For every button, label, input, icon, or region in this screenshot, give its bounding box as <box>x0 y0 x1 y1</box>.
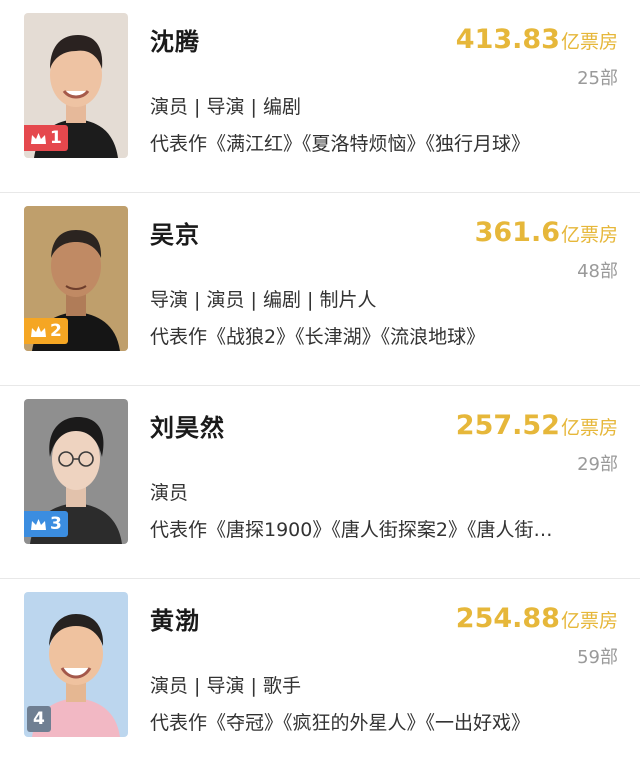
representative-works: 代表作《满江红》《夏洛特烦恼》《独行月球》 <box>150 133 531 155</box>
actor-roles: 演员 | 导演 | 歌手 <box>150 675 301 697</box>
box-office-unit: 亿票房 <box>560 224 618 246</box>
box-office-ranking-list: 1 沈腾 413.83 亿票房 25部 演员 | 导演 | 编剧 代表作《满江红… <box>0 0 640 767</box>
rank-badge: 3 <box>24 511 68 537</box>
works-count: 59部 <box>577 647 618 668</box>
box-office: 257.52 亿票房 <box>456 410 618 441</box>
actor-name: 黄渤 <box>150 607 200 635</box>
works-count: 25部 <box>577 68 618 89</box>
actor-row-1[interactable]: 1 沈腾 413.83 亿票房 25部 演员 | 导演 | 编剧 代表作《满江红… <box>0 0 640 193</box>
actor-name: 吴京 <box>150 221 200 249</box>
box-office-unit: 亿票房 <box>560 417 618 439</box>
box-office: 254.88 亿票房 <box>456 603 618 634</box>
actor-photo: 4 <box>24 592 128 737</box>
rank-number: 4 <box>33 709 45 729</box>
box-office: 361.6 亿票房 <box>475 217 618 248</box>
actor-row-2[interactable]: 2 吴京 361.6 亿票房 48部 导演 | 演员 | 编剧 | 制片人 代表… <box>0 193 640 386</box>
actor-row-3[interactable]: 3 刘昊然 257.52 亿票房 29部 演员 代表作《唐探1900》《唐人街探… <box>0 386 640 579</box>
representative-works: 代表作《战狼2》《长津湖》《流浪地球》 <box>150 326 486 348</box>
box-office-unit: 亿票房 <box>560 610 618 632</box>
actor-name: 沈腾 <box>150 28 200 56</box>
rank-number: 2 <box>50 321 62 341</box>
crown-icon <box>31 518 46 530</box>
rank-badge: 2 <box>24 318 68 344</box>
rank-badge: 4 <box>27 706 51 732</box>
actor-photo: 3 <box>24 399 128 544</box>
rank-number: 3 <box>50 514 62 534</box>
rank-number: 1 <box>50 128 62 148</box>
actor-row-4[interactable]: 4 黄渤 254.88 亿票房 59部 演员 | 导演 | 歌手 代表作《夺冠》… <box>0 579 640 767</box>
works-count: 29部 <box>577 454 618 475</box>
crown-icon <box>31 132 46 144</box>
crown-icon <box>31 325 46 337</box>
actor-roles: 演员 <box>150 482 189 504</box>
rank-badge: 1 <box>24 125 68 151</box>
box-office-value: 257.52 <box>455 410 560 441</box>
box-office: 413.83 亿票房 <box>456 24 618 55</box>
box-office-value: 361.6 <box>474 217 560 248</box>
actor-photo: 2 <box>24 206 128 351</box>
representative-works: 代表作《唐探1900》《唐人街探案2》《唐人街… <box>150 519 553 541</box>
box-office-value: 254.88 <box>455 603 560 634</box>
box-office-value: 413.83 <box>455 24 560 55</box>
works-count: 48部 <box>577 261 618 282</box>
representative-works: 代表作《夺冠》《疯狂的外星人》《一出好戏》 <box>150 712 531 734</box>
actor-roles: 导演 | 演员 | 编剧 | 制片人 <box>150 289 377 311</box>
actor-roles: 演员 | 导演 | 编剧 <box>150 96 301 118</box>
actor-name: 刘昊然 <box>150 414 225 442</box>
actor-photo: 1 <box>24 13 128 158</box>
box-office-unit: 亿票房 <box>560 31 618 53</box>
